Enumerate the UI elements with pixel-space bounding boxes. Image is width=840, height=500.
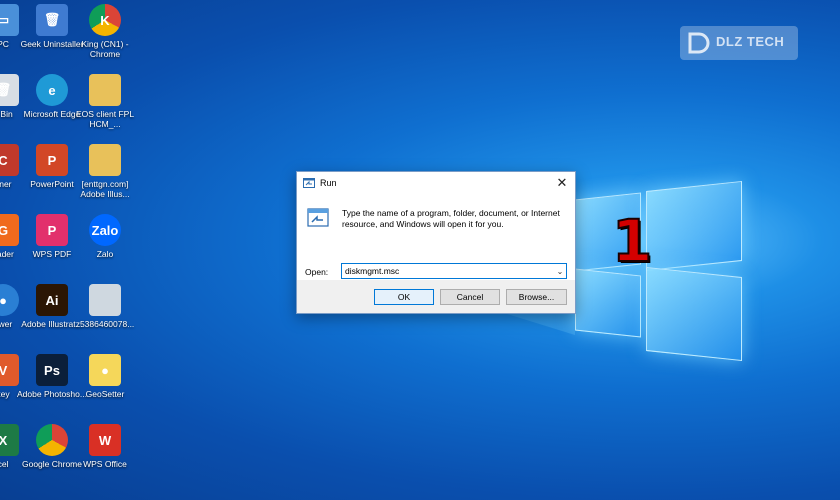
windows-logo-pane-tr	[646, 180, 742, 272]
desktop-icon[interactable]: EOS client FPL HCM_...	[70, 74, 140, 129]
run-footer: OK Cancel Browse...	[297, 280, 575, 313]
run-app-icon	[303, 178, 315, 188]
desktop-icon-label: [enttgn.com] Adobe Illus...	[80, 179, 130, 199]
close-icon[interactable]: ✕	[549, 172, 575, 194]
folder-icon	[89, 74, 121, 106]
run-dialog-title: Run	[320, 178, 337, 188]
image-file-icon	[89, 284, 121, 316]
photoshop-icon: Ps	[36, 354, 68, 386]
desktop-icon[interactable]: z5386460078...	[70, 284, 140, 329]
desktop-icon-label: Zalo	[96, 249, 114, 259]
ok-button[interactable]: OK	[374, 289, 434, 305]
desktop-icon-label: EOS client FPL HCM_...	[75, 109, 135, 129]
watermark-text: DLZ TECH	[716, 34, 785, 49]
google-chrome-icon	[36, 424, 68, 456]
desktop-icon[interactable]: W WPS Office	[70, 424, 140, 469]
run-description: Type the name of a program, folder, docu…	[342, 208, 560, 229]
chevron-down-icon[interactable]: ⌄	[554, 267, 566, 276]
step-number-annotation: 1	[611, 207, 653, 275]
desktop[interactable]: { "desktop": { "icons": [ {"label": "PC"…	[0, 0, 840, 500]
zalo-icon: Zalo	[89, 214, 121, 246]
run-program-icon	[307, 208, 329, 227]
wps-office-icon: W	[89, 424, 121, 456]
illustrator-icon: Ai	[36, 284, 68, 316]
open-input-value[interactable]: diskmgmt.msc	[342, 266, 554, 276]
edge-icon: e	[36, 74, 68, 106]
run-body: Type the name of a program, folder, docu…	[297, 194, 575, 282]
cancel-button[interactable]: Cancel	[440, 289, 500, 305]
folder-icon	[89, 144, 121, 176]
open-label: Open:	[305, 267, 329, 277]
desktop-icon-label: z5386460078...	[75, 319, 135, 329]
desktop-icon[interactable]: ● GeoSetter	[70, 354, 140, 399]
chrome-profile-icon: K	[89, 4, 121, 36]
desktop-icon-label: WPS Office	[83, 459, 127, 469]
run-dialog[interactable]: Run ✕ Type the name of a program, folder…	[296, 171, 576, 314]
desktop-icon[interactable]: K King (CN1) - Chrome	[70, 4, 140, 59]
watermark: DLZ TECH	[680, 26, 798, 60]
windows-logo-pane-bl	[575, 268, 641, 338]
desktop-icon[interactable]: Zalo Zalo	[70, 214, 140, 259]
desktop-icon-label: GeoSetter	[85, 389, 125, 399]
wps-pdf-icon: P	[36, 214, 68, 246]
geek-uninstaller-icon: 🗑	[36, 4, 68, 36]
dlz-logo-icon	[688, 32, 710, 54]
geosetter-icon: ●	[89, 354, 121, 386]
windows-logo-pane-br	[646, 266, 742, 362]
desktop-icon[interactable]: [enttgn.com] Adobe Illus...	[70, 144, 140, 199]
browse-button[interactable]: Browse...	[506, 289, 567, 305]
open-input[interactable]: diskmgmt.msc ⌄	[341, 263, 567, 279]
run-titlebar[interactable]: Run ✕	[297, 172, 575, 194]
powerpoint-icon: P	[36, 144, 68, 176]
desktop-icon-label: King (CN1) - Chrome	[81, 39, 129, 59]
